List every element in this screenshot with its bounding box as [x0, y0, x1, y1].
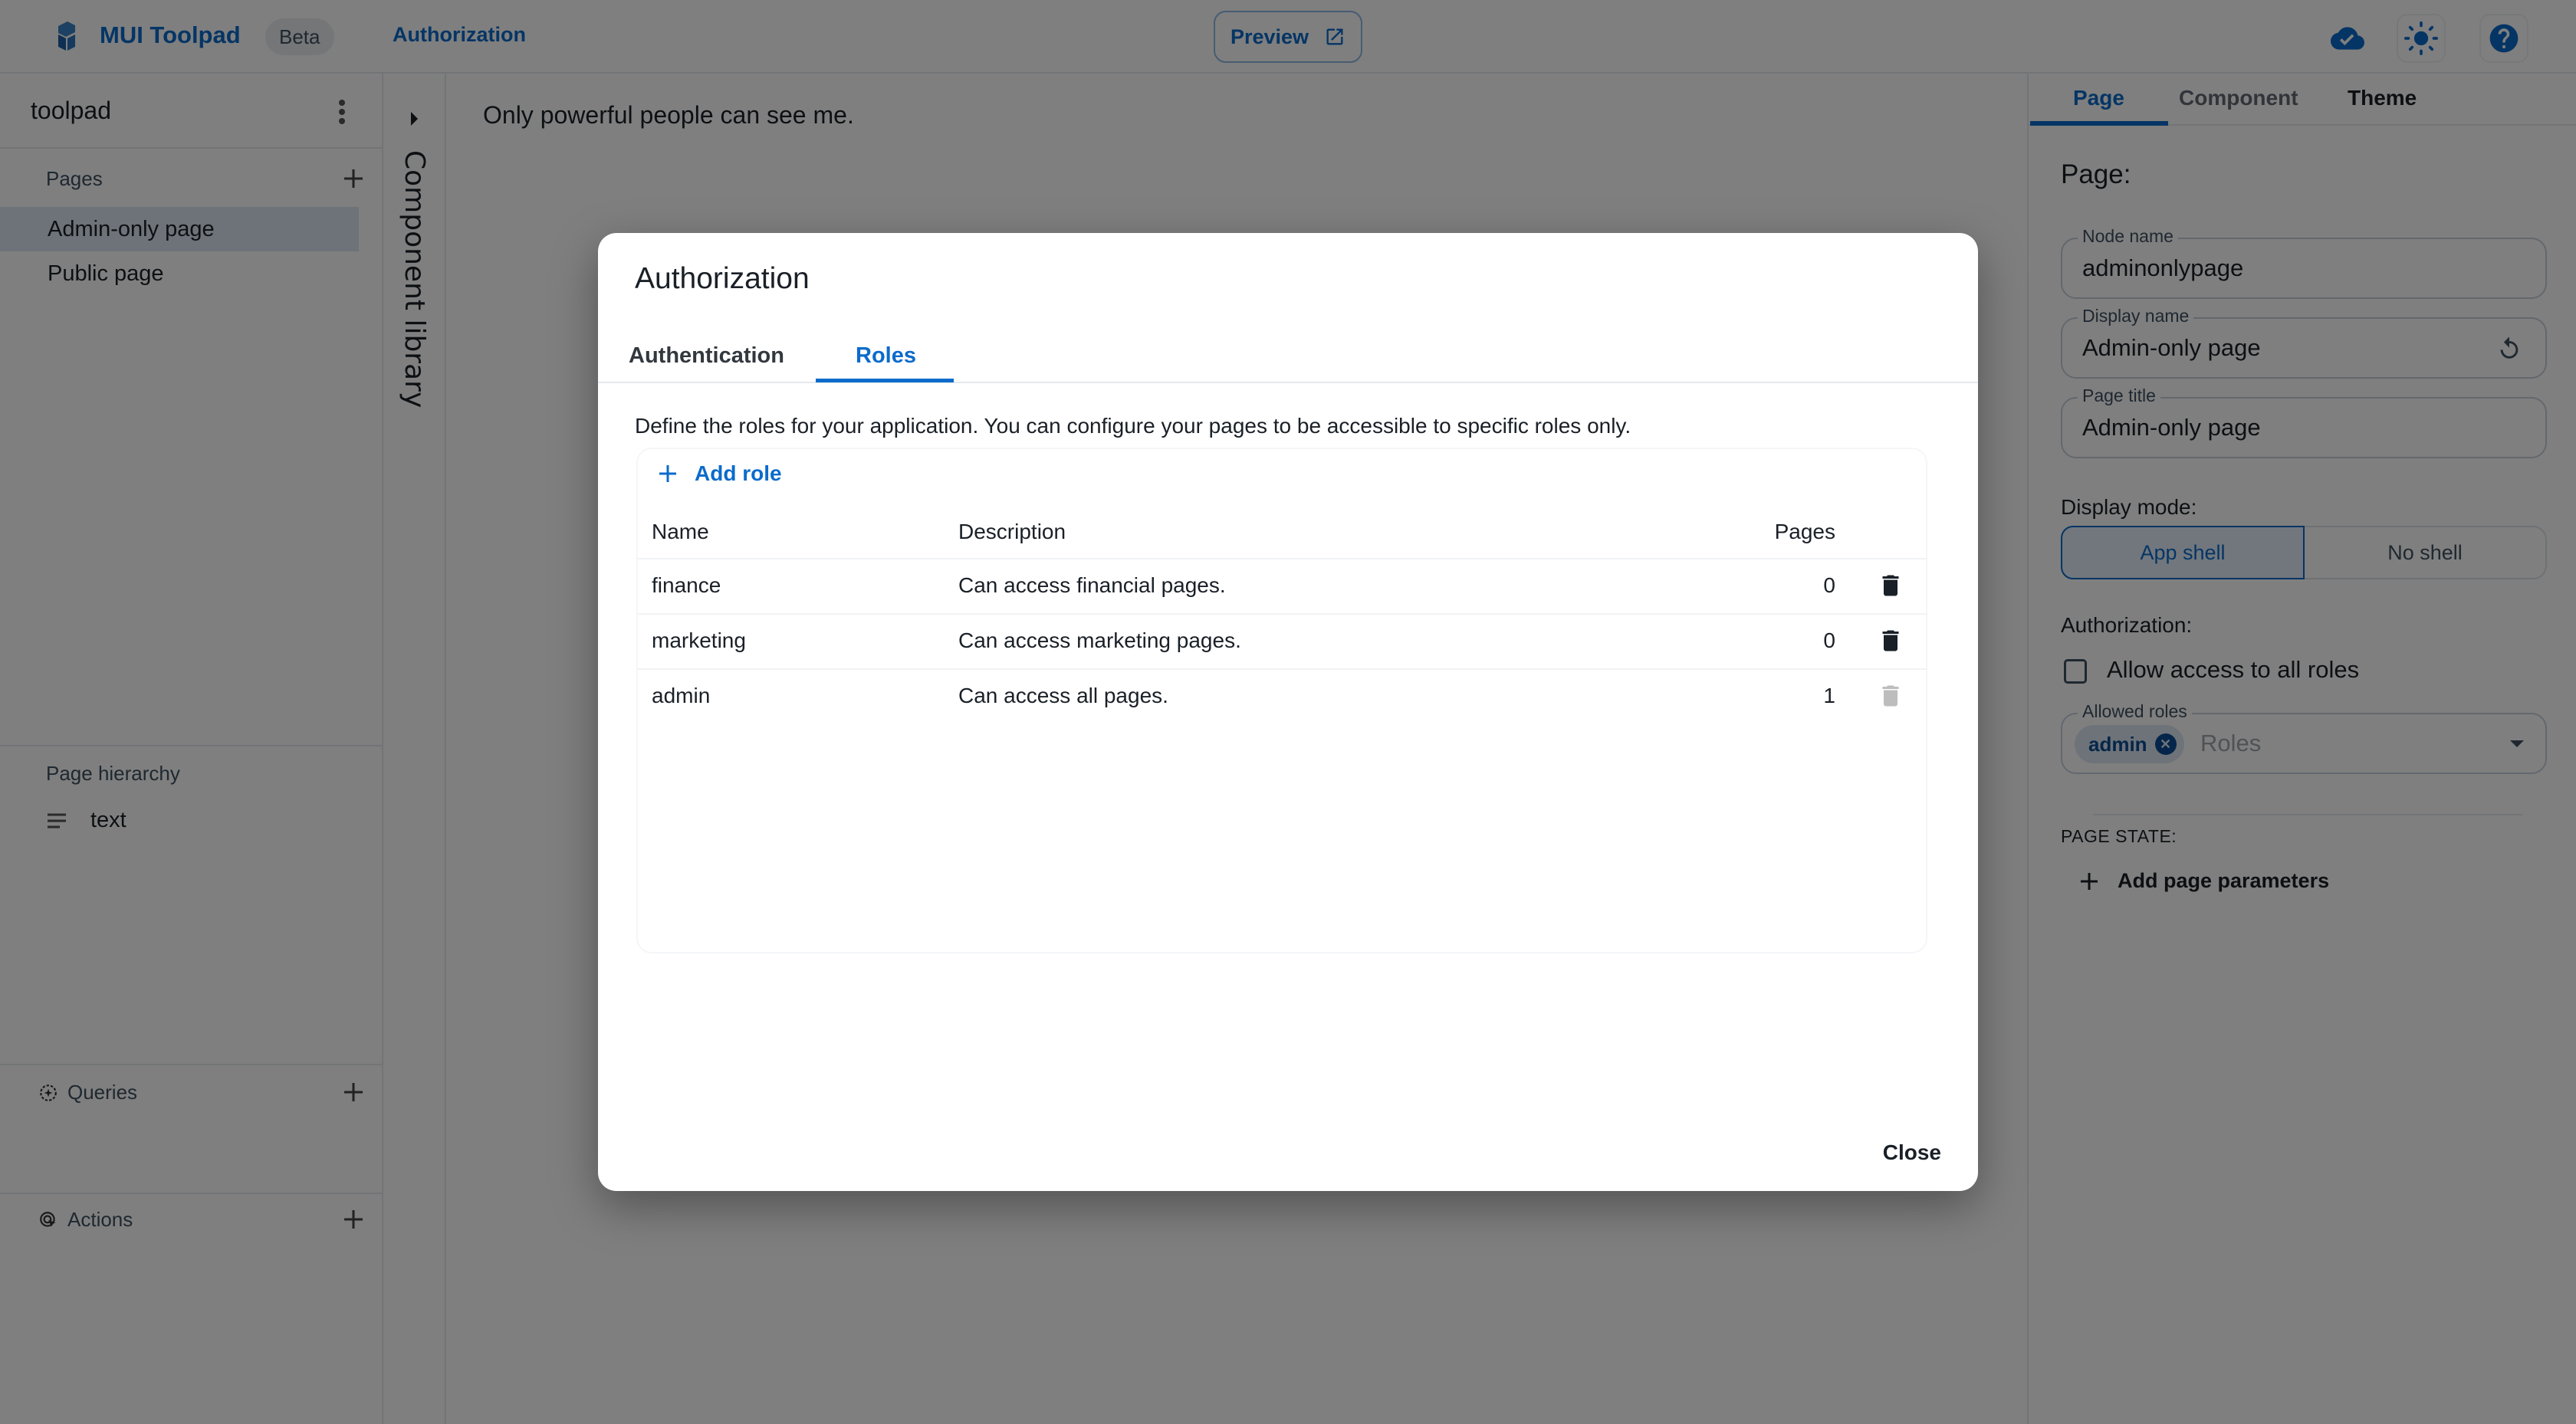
- add-icon: [659, 465, 676, 482]
- delete-icon[interactable]: [1877, 572, 1904, 599]
- add-role-button[interactable]: Add role: [658, 461, 782, 486]
- role-page-count: 1: [1823, 684, 1835, 707]
- role-name: finance: [652, 573, 721, 597]
- role-description: Can access all pages.: [958, 684, 1168, 707]
- role-page-count: 0: [1823, 628, 1835, 652]
- dialog-tabs: Authentication Roles: [598, 323, 1978, 383]
- role-description: Can access marketing pages.: [958, 628, 1241, 652]
- role-name: admin: [652, 684, 711, 707]
- add-role-label: Add role: [695, 461, 782, 485]
- tab-indicator: [816, 379, 954, 382]
- authorization-dialog: Authorization Authentication Roles Defin…: [598, 233, 1978, 1191]
- table-row[interactable]: admin Can access all pages. 1: [636, 670, 1927, 725]
- column-header-pages[interactable]: Pages: [1775, 520, 1835, 544]
- roles-table: Name Description Pages finance Can acces…: [636, 506, 1927, 725]
- table-row[interactable]: finance Can access financial pages. 0: [636, 559, 1927, 615]
- roles-description: Define the roles for your application. Y…: [635, 414, 1631, 438]
- dialog-title: Authorization: [635, 262, 810, 295]
- role-page-count: 0: [1823, 573, 1835, 597]
- delete-icon: [1882, 685, 1899, 707]
- column-header-description[interactable]: Description: [958, 520, 1066, 544]
- tab-authentication[interactable]: Authentication: [629, 343, 784, 369]
- column-header-name[interactable]: Name: [652, 520, 709, 544]
- role-description: Can access financial pages.: [958, 573, 1226, 597]
- close-button[interactable]: Close: [1883, 1140, 1941, 1165]
- table-header-row: Name Description Pages: [636, 506, 1927, 559]
- delete-icon[interactable]: [1877, 627, 1904, 655]
- role-name: marketing: [652, 628, 746, 652]
- table-row[interactable]: marketing Can access marketing pages. 0: [636, 615, 1927, 670]
- tab-roles[interactable]: Roles: [856, 343, 916, 369]
